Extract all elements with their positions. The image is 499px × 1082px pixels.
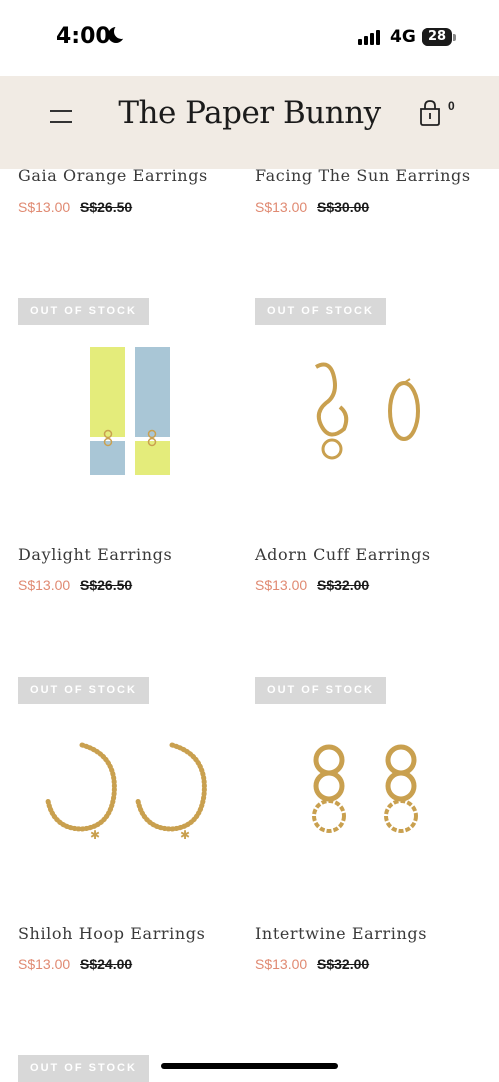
- product-original-price: S$30.00: [317, 199, 370, 215]
- daylight-earrings-image[interactable]: [88, 345, 172, 477]
- product-original-price: S$26.50: [80, 577, 133, 593]
- moon-icon: [108, 24, 129, 43]
- product-sale-price: S$13.00: [255, 199, 308, 215]
- product-original-price: S$32.00: [317, 956, 370, 972]
- product-sale-price: S$13.00: [255, 577, 308, 593]
- battery-tip: [453, 34, 456, 41]
- product-title[interactable]: Intertwine Earrings: [255, 924, 427, 943]
- status-time: 4:00: [56, 24, 111, 49]
- product-title[interactable]: Daylight Earrings: [18, 545, 172, 564]
- product-title[interactable]: Facing The Sun Earrings: [255, 166, 471, 185]
- product-title[interactable]: Adorn Cuff Earrings: [255, 545, 431, 564]
- shopping-bag-icon[interactable]: [419, 100, 441, 126]
- battery-icon: 28: [422, 28, 452, 46]
- status-bar: 4:00 4G 28: [0, 0, 499, 76]
- out-of-stock-badge: OUT OF STOCK: [255, 298, 386, 325]
- out-of-stock-badge: OUT OF STOCK: [18, 298, 149, 325]
- cart-count: 0: [448, 99, 455, 113]
- product-sale-price: S$13.00: [18, 199, 71, 215]
- signal-icon: [358, 30, 380, 45]
- battery-level: 28: [427, 29, 447, 44]
- home-indicator[interactable]: [161, 1063, 338, 1069]
- product-sale-price: S$13.00: [255, 956, 308, 972]
- product-original-price: S$26.50: [80, 199, 133, 215]
- product-title[interactable]: Gaia Orange Earrings: [18, 166, 208, 185]
- adorn-cuff-earrings-image[interactable]: [300, 355, 430, 465]
- product-original-price: S$24.00: [80, 956, 133, 972]
- product-sale-price: S$13.00: [18, 577, 71, 593]
- out-of-stock-badge: OUT OF STOCK: [18, 1055, 149, 1082]
- product-original-price: S$32.00: [317, 577, 370, 593]
- product-title[interactable]: Shiloh Hoop Earrings: [18, 924, 205, 943]
- out-of-stock-badge: OUT OF STOCK: [255, 677, 386, 704]
- svg-text:✱: ✱: [180, 828, 190, 842]
- shiloh-hoop-earrings-image[interactable]: ✱ ✱: [40, 735, 220, 845]
- out-of-stock-badge: OUT OF STOCK: [18, 677, 149, 704]
- intertwine-earrings-image[interactable]: [305, 742, 425, 837]
- network-label: 4G: [390, 27, 416, 47]
- svg-text:✱: ✱: [90, 828, 100, 842]
- product-sale-price: S$13.00: [18, 956, 71, 972]
